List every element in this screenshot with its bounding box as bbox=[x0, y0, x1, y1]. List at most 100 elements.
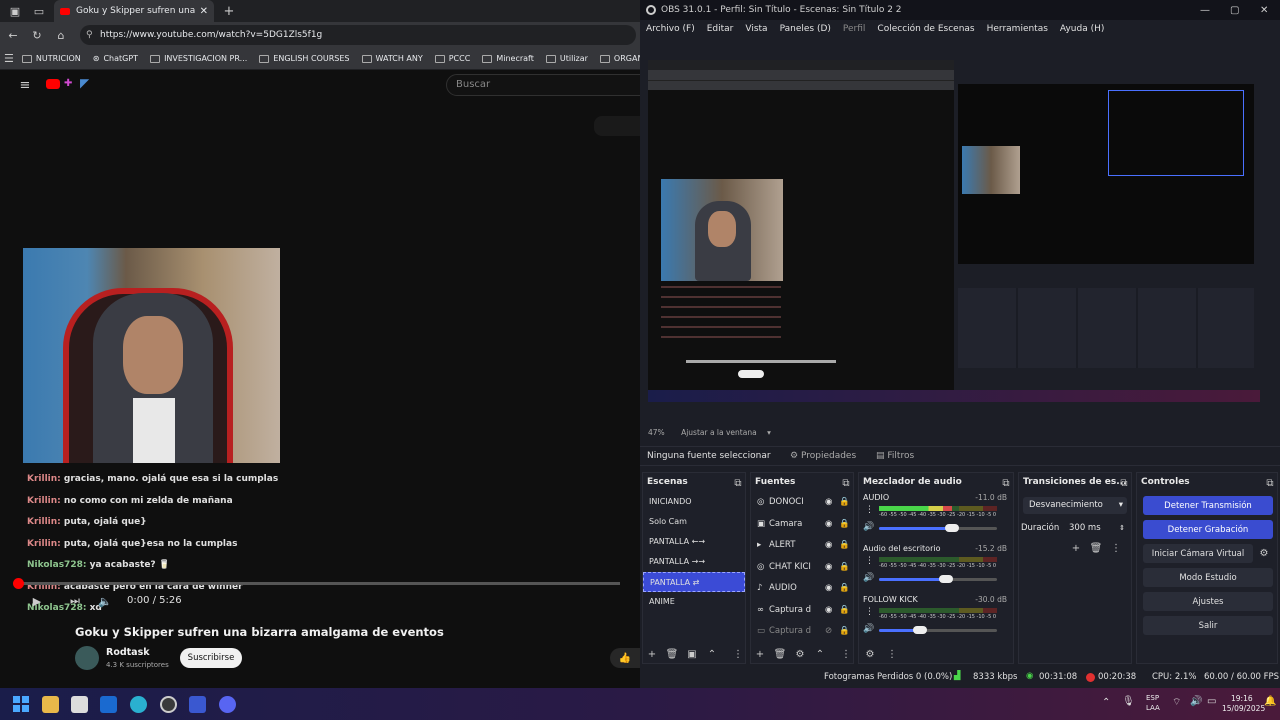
obs-taskbar-icon[interactable] bbox=[160, 696, 177, 713]
apps-icon[interactable]: ☰ bbox=[4, 50, 14, 68]
lock-icon[interactable]: 🔒 bbox=[839, 514, 853, 536]
bookmark-investigacion[interactable]: INVESTIGACION PR... bbox=[150, 54, 247, 63]
more-icon[interactable]: ⋮ bbox=[865, 505, 874, 515]
bookmark-nutricion[interactable]: NUTRICION bbox=[21, 54, 81, 63]
address-bar[interactable]: ⚲ https://www.youtube.com/watch?v=5DG1Zl… bbox=[80, 25, 636, 45]
more-icon[interactable]: ⋮ bbox=[1109, 541, 1123, 555]
source-item[interactable]: ◎ DONOCI ◉ 🔒 bbox=[751, 492, 853, 514]
chevron-up-icon[interactable]: ⌃ bbox=[1102, 697, 1110, 708]
exit-button[interactable]: Salir bbox=[1143, 616, 1273, 635]
eye-icon[interactable]: ◉ bbox=[825, 535, 839, 557]
eye-icon[interactable]: ◉ bbox=[825, 600, 839, 622]
volume-icon[interactable]: 🔈 bbox=[96, 592, 114, 610]
spin-arrows-icon[interactable]: ⇕ bbox=[1119, 520, 1125, 536]
trash-icon[interactable]: 🗑 bbox=[1089, 541, 1103, 555]
speaker-icon[interactable]: 🔊 bbox=[863, 522, 874, 532]
volume-slider-handle[interactable] bbox=[939, 575, 954, 583]
edge-icon[interactable] bbox=[130, 696, 147, 713]
mic-tray-icon[interactable]: 🎙 bbox=[1122, 696, 1135, 707]
play-icon[interactable]: ▶ bbox=[28, 592, 46, 610]
home-icon[interactable]: ⌂ bbox=[52, 26, 70, 44]
file-explorer-icon[interactable] bbox=[42, 696, 59, 713]
more-icon[interactable]: ⋮ bbox=[865, 556, 874, 566]
menu-vista[interactable]: Vista bbox=[745, 24, 767, 34]
close-icon[interactable]: ✕ bbox=[1260, 5, 1268, 16]
scene-filter-icon[interactable]: ▣ bbox=[685, 647, 699, 661]
undock-icon[interactable]: ⧉ bbox=[1117, 476, 1131, 490]
volume-slider-handle[interactable] bbox=[945, 524, 960, 532]
like-button[interactable]: 👍 bbox=[610, 648, 640, 668]
source-item[interactable]: ▣ Camara ◉ 🔒 bbox=[751, 514, 853, 536]
bookmark-utilizar[interactable]: Utilizar bbox=[545, 54, 588, 63]
bookmark-watch-any[interactable]: WATCH ANY bbox=[361, 54, 423, 63]
menu-herramientas[interactable]: Herramientas bbox=[987, 24, 1048, 34]
lock-icon[interactable]: 🔒 bbox=[839, 578, 853, 600]
browser-tab-youtube[interactable]: Goku y Skipper sufren una bizarr... ✕ bbox=[54, 0, 214, 22]
lock-icon[interactable]: 🔒 bbox=[839, 621, 853, 643]
windows-start-icon[interactable] bbox=[13, 696, 30, 713]
eye-icon[interactable]: ◉ bbox=[825, 578, 839, 600]
more-icon[interactable]: ⋮ bbox=[731, 647, 745, 661]
studio-mode-button[interactable]: Modo Estudio bbox=[1143, 568, 1273, 587]
volume-slider-track[interactable] bbox=[879, 578, 997, 581]
source-item[interactable]: ♪ AUDIO ◉ 🔒 bbox=[751, 578, 853, 600]
gear-icon[interactable]: ⚙ bbox=[793, 647, 807, 661]
source-item[interactable]: ◎ CHAT KICI ◉ 🔒 bbox=[751, 557, 853, 579]
wifi-icon[interactable]: ⌔ bbox=[1172, 696, 1181, 709]
new-tab-icon[interactable]: + bbox=[220, 2, 238, 20]
scene-item[interactable]: PANTALLA →→ bbox=[643, 552, 745, 572]
menu-ayuda[interactable]: Ayuda (H) bbox=[1060, 24, 1104, 34]
menu-coleccion-escenas[interactable]: Colección de Escenas bbox=[877, 24, 974, 34]
duration-spinbox[interactable]: 300 ms ⇕ bbox=[1065, 520, 1127, 536]
more-icon[interactable]: ⋮ bbox=[865, 607, 874, 617]
speaker-icon[interactable]: 🔊 bbox=[1190, 696, 1202, 707]
minimize-icon[interactable]: — bbox=[1200, 5, 1210, 16]
progress-handle[interactable] bbox=[13, 578, 24, 589]
notification-bell-icon[interactable]: 🔔 bbox=[1264, 696, 1276, 707]
scene-item[interactable]: ANIME bbox=[643, 592, 745, 612]
trash-icon[interactable]: 🗑 bbox=[773, 647, 787, 661]
eye-off-icon[interactable]: ⊘ bbox=[825, 621, 839, 643]
add-icon[interactable]: + bbox=[1069, 541, 1083, 555]
menu-perfil[interactable]: Perfil bbox=[843, 24, 866, 34]
eye-icon[interactable]: ◉ bbox=[825, 514, 839, 536]
store-icon[interactable] bbox=[71, 696, 88, 713]
settings-button[interactable]: Ajustes bbox=[1143, 592, 1273, 611]
browser-menu-icon[interactable]: ▣ bbox=[6, 2, 24, 20]
source-item[interactable]: ▸ ALERT ◉ 🔒 bbox=[751, 535, 853, 557]
battery-icon[interactable]: ▭ bbox=[1207, 696, 1216, 707]
undock-icon[interactable]: ⧉ bbox=[999, 476, 1013, 490]
lock-icon[interactable]: 🔒 bbox=[839, 492, 853, 514]
volume-slider-handle[interactable] bbox=[913, 626, 928, 634]
app-taskbar-icon[interactable] bbox=[189, 696, 206, 713]
source-item[interactable]: ∞ Captura d ◉ 🔒 bbox=[751, 600, 853, 622]
stop-recording-button[interactable]: Detener Grabación bbox=[1143, 520, 1273, 539]
eye-icon[interactable]: ◉ bbox=[825, 492, 839, 514]
up-arrow-icon[interactable]: ⌃ bbox=[705, 647, 719, 661]
tab-list-icon[interactable]: ▭ bbox=[30, 2, 48, 20]
video-progress-bar[interactable] bbox=[13, 578, 620, 589]
more-icon[interactable]: ⋮ bbox=[885, 647, 899, 661]
scene-item-selected[interactable]: PANTALLA ⇄ bbox=[643, 572, 745, 592]
outlook-icon[interactable] bbox=[100, 696, 117, 713]
scene-item[interactable]: INICIANDO bbox=[643, 492, 745, 512]
scene-item[interactable]: PANTALLA ←→ bbox=[643, 532, 745, 552]
trash-icon[interactable]: 🗑 bbox=[665, 647, 679, 661]
discord-icon[interactable] bbox=[219, 696, 236, 713]
stop-streaming-button[interactable]: Detener Transmisión bbox=[1143, 496, 1273, 515]
menu-archivo[interactable]: Archivo (F) bbox=[646, 24, 695, 34]
virtual-cam-settings-icon[interactable]: ⚙ bbox=[1257, 546, 1271, 560]
menu-editar[interactable]: Editar bbox=[707, 24, 734, 34]
back-icon[interactable]: ← bbox=[4, 26, 22, 44]
speaker-icon[interactable]: 🔊 bbox=[863, 624, 874, 634]
search-box[interactable]: Buscar bbox=[446, 74, 646, 96]
channel-avatar[interactable] bbox=[75, 646, 99, 670]
channel-name[interactable]: Rodtask bbox=[106, 647, 150, 658]
maximize-icon[interactable]: ▢ bbox=[1230, 5, 1239, 16]
chevron-down-icon[interactable]: ▾ bbox=[767, 428, 771, 437]
zoom-mode-select[interactable]: Ajustar a la ventana bbox=[681, 428, 757, 437]
scene-item[interactable]: Solo Cam bbox=[643, 512, 745, 532]
lock-icon[interactable]: 🔒 bbox=[839, 600, 853, 622]
bookmark-organizacion[interactable]: ORGANIZACI bbox=[599, 54, 640, 63]
clock-time[interactable]: 19:16 bbox=[1231, 694, 1253, 703]
